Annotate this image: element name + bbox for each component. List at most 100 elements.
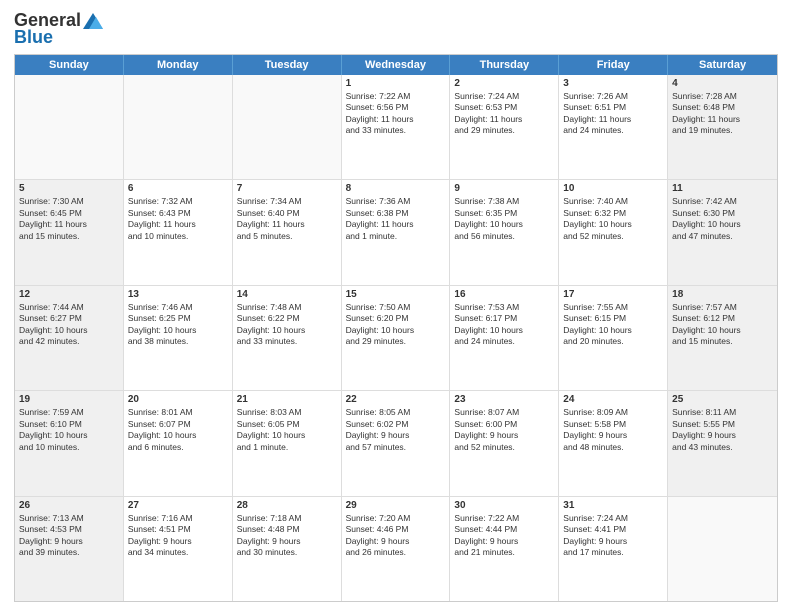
day-number: 19 (19, 394, 119, 405)
day-number: 11 (672, 183, 773, 194)
day-info: Sunrise: 7:40 AM Sunset: 6:32 PM Dayligh… (563, 196, 663, 242)
day-info: Sunrise: 7:13 AM Sunset: 4:53 PM Dayligh… (19, 513, 119, 559)
calendar-day-18: 18 Sunrise: 7:57 AM Sunset: 6:12 PM Dayli… (668, 286, 777, 390)
calendar-day-9: 9 Sunrise: 7:38 AM Sunset: 6:35 PM Daylig… (450, 180, 559, 284)
logo-blue-text: Blue (14, 27, 53, 48)
calendar-week-4: 19 Sunrise: 7:59 AM Sunset: 6:10 PM Dayli… (15, 390, 777, 495)
calendar-day-1: 1 Sunrise: 7:22 AM Sunset: 6:56 PM Daylig… (342, 75, 451, 179)
day-number: 28 (237, 500, 337, 511)
day-number: 8 (346, 183, 446, 194)
day-info: Sunrise: 7:20 AM Sunset: 4:46 PM Dayligh… (346, 513, 446, 559)
day-number: 22 (346, 394, 446, 405)
calendar-day-26: 26 Sunrise: 7:13 AM Sunset: 4:53 PM Dayli… (15, 497, 124, 601)
page: General Blue SundayMondayTuesdayWednesda… (0, 0, 792, 612)
calendar-day-empty (668, 497, 777, 601)
header: General Blue (14, 10, 778, 48)
calendar-day-22: 22 Sunrise: 8:05 AM Sunset: 6:02 PM Dayli… (342, 391, 451, 495)
day-info: Sunrise: 7:30 AM Sunset: 6:45 PM Dayligh… (19, 196, 119, 242)
header-day-saturday: Saturday (668, 55, 777, 75)
calendar-day-20: 20 Sunrise: 8:01 AM Sunset: 6:07 PM Dayli… (124, 391, 233, 495)
calendar-day-2: 2 Sunrise: 7:24 AM Sunset: 6:53 PM Daylig… (450, 75, 559, 179)
calendar-day-29: 29 Sunrise: 7:20 AM Sunset: 4:46 PM Dayli… (342, 497, 451, 601)
day-number: 29 (346, 500, 446, 511)
day-info: Sunrise: 7:22 AM Sunset: 6:56 PM Dayligh… (346, 91, 446, 137)
day-number: 5 (19, 183, 119, 194)
day-info: Sunrise: 7:38 AM Sunset: 6:35 PM Dayligh… (454, 196, 554, 242)
calendar: SundayMondayTuesdayWednesdayThursdayFrid… (14, 54, 778, 602)
day-info: Sunrise: 7:24 AM Sunset: 6:53 PM Dayligh… (454, 91, 554, 137)
calendar-day-5: 5 Sunrise: 7:30 AM Sunset: 6:45 PM Daylig… (15, 180, 124, 284)
day-info: Sunrise: 7:59 AM Sunset: 6:10 PM Dayligh… (19, 407, 119, 453)
day-info: Sunrise: 7:36 AM Sunset: 6:38 PM Dayligh… (346, 196, 446, 242)
calendar-day-7: 7Sunrise: 7:34 AM Sunset: 6:40 PM Daylig… (233, 180, 342, 284)
day-number: 27 (128, 500, 228, 511)
day-info: Sunrise: 8:07 AM Sunset: 6:00 PM Dayligh… (454, 407, 554, 453)
calendar-day-6: 6 Sunrise: 7:32 AM Sunset: 6:43 PM Daylig… (124, 180, 233, 284)
day-info: Sunrise: 7:28 AM Sunset: 6:48 PM Dayligh… (672, 91, 773, 137)
day-info: Sunrise: 8:01 AM Sunset: 6:07 PM Dayligh… (128, 407, 228, 453)
calendar-day-13: 13Sunrise: 7:46 AM Sunset: 6:25 PM Dayli… (124, 286, 233, 390)
day-number: 21 (237, 394, 337, 405)
day-info: Sunrise: 8:03 AM Sunset: 6:05 PM Dayligh… (237, 407, 337, 453)
day-number: 7 (237, 183, 337, 194)
day-info: Sunrise: 7:46 AM Sunset: 6:25 PM Dayligh… (128, 302, 228, 348)
header-day-friday: Friday (559, 55, 668, 75)
day-number: 16 (454, 289, 554, 300)
calendar-week-2: 5 Sunrise: 7:30 AM Sunset: 6:45 PM Daylig… (15, 179, 777, 284)
day-number: 31 (563, 500, 663, 511)
day-info: Sunrise: 8:05 AM Sunset: 6:02 PM Dayligh… (346, 407, 446, 453)
day-number: 26 (19, 500, 119, 511)
day-info: Sunrise: 7:53 AM Sunset: 6:17 PM Dayligh… (454, 302, 554, 348)
day-info: Sunrise: 8:09 AM Sunset: 5:58 PM Dayligh… (563, 407, 663, 453)
calendar-day-15: 15 Sunrise: 7:50 AM Sunset: 6:20 PM Dayli… (342, 286, 451, 390)
day-number: 18 (672, 289, 773, 300)
day-info: Sunrise: 7:26 AM Sunset: 6:51 PM Dayligh… (563, 91, 663, 137)
calendar-day-8: 8 Sunrise: 7:36 AM Sunset: 6:38 PM Daylig… (342, 180, 451, 284)
header-day-sunday: Sunday (15, 55, 124, 75)
calendar-day-25: 25Sunrise: 8:11 AM Sunset: 5:55 PM Dayli… (668, 391, 777, 495)
day-number: 9 (454, 183, 554, 194)
calendar-day-30: 30Sunrise: 7:22 AM Sunset: 4:44 PM Dayli… (450, 497, 559, 601)
day-info: Sunrise: 7:57 AM Sunset: 6:12 PM Dayligh… (672, 302, 773, 348)
day-number: 3 (563, 78, 663, 89)
day-number: 10 (563, 183, 663, 194)
day-number: 1 (346, 78, 446, 89)
calendar-day-10: 10 Sunrise: 7:40 AM Sunset: 6:32 PM Dayli… (559, 180, 668, 284)
day-info: Sunrise: 8:11 AM Sunset: 5:55 PM Dayligh… (672, 407, 773, 453)
day-info: Sunrise: 7:24 AM Sunset: 4:41 PM Dayligh… (563, 513, 663, 559)
header-day-wednesday: Wednesday (342, 55, 451, 75)
day-info: Sunrise: 7:18 AM Sunset: 4:48 PM Dayligh… (237, 513, 337, 559)
calendar-day-24: 24Sunrise: 8:09 AM Sunset: 5:58 PM Dayli… (559, 391, 668, 495)
day-info: Sunrise: 7:55 AM Sunset: 6:15 PM Dayligh… (563, 302, 663, 348)
day-info: Sunrise: 7:44 AM Sunset: 6:27 PM Dayligh… (19, 302, 119, 348)
day-number: 12 (19, 289, 119, 300)
calendar-day-28: 28 Sunrise: 7:18 AM Sunset: 4:48 PM Dayli… (233, 497, 342, 601)
calendar-day-23: 23 Sunrise: 8:07 AM Sunset: 6:00 PM Dayli… (450, 391, 559, 495)
calendar-day-empty (233, 75, 342, 179)
calendar-day-16: 16 Sunrise: 7:53 AM Sunset: 6:17 PM Dayli… (450, 286, 559, 390)
calendar-header: SundayMondayTuesdayWednesdayThursdayFrid… (15, 55, 777, 75)
day-info: Sunrise: 7:32 AM Sunset: 6:43 PM Dayligh… (128, 196, 228, 242)
calendar-day-21: 21 Sunrise: 8:03 AM Sunset: 6:05 PM Dayli… (233, 391, 342, 495)
header-day-thursday: Thursday (450, 55, 559, 75)
day-number: 2 (454, 78, 554, 89)
calendar-day-19: 19 Sunrise: 7:59 AM Sunset: 6:10 PM Dayli… (15, 391, 124, 495)
header-day-tuesday: Tuesday (233, 55, 342, 75)
calendar-body: 1 Sunrise: 7:22 AM Sunset: 6:56 PM Daylig… (15, 75, 777, 601)
calendar-day-27: 27Sunrise: 7:16 AM Sunset: 4:51 PM Dayli… (124, 497, 233, 601)
calendar-day-3: 3 Sunrise: 7:26 AM Sunset: 6:51 PM Daylig… (559, 75, 668, 179)
day-number: 20 (128, 394, 228, 405)
calendar-day-17: 17 Sunrise: 7:55 AM Sunset: 6:15 PM Dayli… (559, 286, 668, 390)
day-number: 23 (454, 394, 554, 405)
calendar-day-31: 31 Sunrise: 7:24 AM Sunset: 4:41 PM Dayli… (559, 497, 668, 601)
day-info: Sunrise: 7:50 AM Sunset: 6:20 PM Dayligh… (346, 302, 446, 348)
calendar-day-empty (124, 75, 233, 179)
day-number: 14 (237, 289, 337, 300)
day-info: Sunrise: 7:42 AM Sunset: 6:30 PM Dayligh… (672, 196, 773, 242)
day-number: 17 (563, 289, 663, 300)
day-number: 15 (346, 289, 446, 300)
calendar-day-4: 4 Sunrise: 7:28 AM Sunset: 6:48 PM Daylig… (668, 75, 777, 179)
day-number: 6 (128, 183, 228, 194)
day-number: 4 (672, 78, 773, 89)
calendar-day-11: 11 Sunrise: 7:42 AM Sunset: 6:30 PM Dayli… (668, 180, 777, 284)
